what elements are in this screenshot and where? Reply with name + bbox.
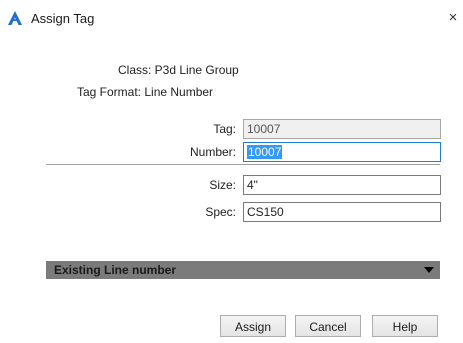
size-value: 4" <box>247 178 258 192</box>
number-input[interactable]: 10007 <box>243 142 441 162</box>
tag-label: Tag: <box>213 122 236 136</box>
spec-value: CS150 <box>247 205 284 219</box>
number-label: Number: <box>189 145 236 159</box>
close-button[interactable]: × <box>443 8 463 28</box>
cancel-button[interactable]: Cancel <box>295 315 361 337</box>
number-value: 10007 <box>247 145 283 159</box>
tag-value: 10007 <box>247 122 281 136</box>
size-label: Size: <box>209 178 236 192</box>
close-icon: × <box>448 9 458 26</box>
spec-input[interactable]: CS150 <box>243 202 441 222</box>
size-input[interactable]: 4" <box>243 175 441 195</box>
assign-button[interactable]: Assign <box>220 315 286 337</box>
class-info: Class: P3d Line Group <box>118 63 239 77</box>
existing-line-number-dropdown[interactable]: Existing Line number <box>46 261 440 279</box>
spec-label: Spec: <box>205 205 236 219</box>
assign-tag-dialog: Assign Tag × Class: P3d Line Group Tag F… <box>0 0 463 343</box>
title-bar: Assign Tag × <box>0 0 463 38</box>
dialog-title: Assign Tag <box>31 11 95 26</box>
tag-field: 10007 <box>243 119 441 139</box>
autocad-a-icon <box>8 11 22 25</box>
separator <box>46 164 440 166</box>
chevron-down-icon[interactable] <box>424 267 434 273</box>
dropdown-label: Existing Line number <box>54 263 177 277</box>
tag-format-info: Tag Format: Line Number <box>77 85 214 99</box>
help-button[interactable]: Help <box>372 315 438 337</box>
